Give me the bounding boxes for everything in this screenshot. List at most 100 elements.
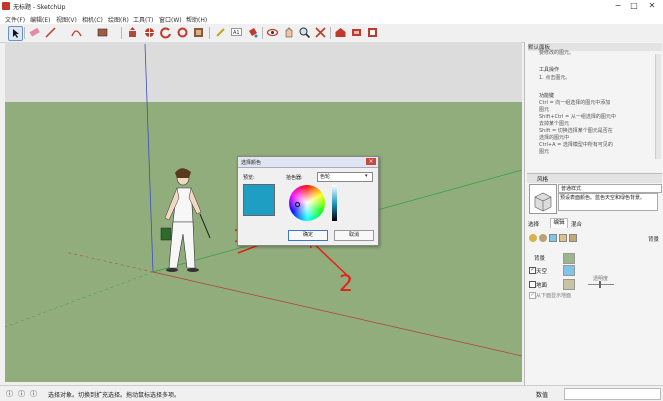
menu-camera[interactable]: 相机(C) xyxy=(82,15,103,24)
move-icon[interactable] xyxy=(143,26,156,39)
tab-edit[interactable]: 编辑 xyxy=(550,218,568,228)
pan-icon[interactable] xyxy=(282,26,295,39)
user-icon[interactable]: ⓘ xyxy=(30,389,37,399)
annotation-label-2: 2 xyxy=(339,272,353,297)
transparency-slider-thumb[interactable] xyxy=(599,281,601,288)
instructor-scrollbar[interactable] xyxy=(655,54,661,159)
sky-checkbox[interactable]: ✓ xyxy=(529,267,536,274)
rotate-icon[interactable] xyxy=(159,26,172,39)
title-bar: 无标题 - SketchUp − □ ✕ xyxy=(0,0,663,14)
status-text: 选择对象。切换到扩充选择。拖动鼠标选择多项。 xyxy=(48,392,181,399)
menu-tools[interactable]: 工具(T) xyxy=(133,15,153,24)
modifier-line: 选择的图元中 xyxy=(539,135,570,141)
watermark-settings-icon[interactable] xyxy=(559,234,567,242)
orbit-icon[interactable] xyxy=(266,26,279,39)
maximize-button[interactable]: □ xyxy=(626,1,642,11)
credits-icon[interactable]: ⓘ xyxy=(18,389,25,399)
menu-view[interactable]: 视图(V) xyxy=(56,15,77,24)
tape-measure-icon[interactable] xyxy=(214,26,227,39)
style-name: 普通样式 xyxy=(561,186,582,192)
brightness-slider[interactable] xyxy=(332,185,337,221)
line-icon[interactable] xyxy=(44,26,57,39)
show-ground-below-label: 从下面显示地面 xyxy=(536,293,572,299)
tab-select[interactable]: 选择 xyxy=(528,220,539,228)
warehouse-icon[interactable] xyxy=(334,26,347,39)
menu-file[interactable]: 文件(F) xyxy=(5,15,25,24)
show-ground-below-checkbox[interactable]: ✓ xyxy=(529,292,536,299)
close-button[interactable]: ✕ xyxy=(644,1,660,11)
menu-window[interactable]: 窗口(W) xyxy=(159,15,182,24)
menu-bar: 文件(F) 编辑(E) 视图(V) 相机(C) 绘图(R) 工具(T) 窗口(W… xyxy=(0,13,663,24)
modifier-line: Shift+Ctrl = 从一组选择的图元中 xyxy=(539,114,616,120)
preview-label: 预览: xyxy=(243,175,255,181)
modeling-settings-icon[interactable] xyxy=(569,234,577,242)
style-name-field[interactable]: 普通样式 xyxy=(558,184,662,193)
minimize-button[interactable]: − xyxy=(610,1,626,11)
menu-help[interactable]: 帮助(H) xyxy=(186,15,207,24)
color-wheel[interactable] xyxy=(289,185,325,221)
measurements-label: 数值 xyxy=(536,392,549,399)
scale-icon[interactable] xyxy=(176,26,189,39)
blue-axis xyxy=(144,43,154,273)
modifier-line: Ctrl+A = 选择模型中所有可见的 xyxy=(539,142,613,148)
ok-button[interactable]: 确定 xyxy=(288,230,328,241)
red-axis xyxy=(152,271,522,357)
picker-mode-value: 色轮 xyxy=(320,174,331,180)
picker-label: 拾色器: xyxy=(286,175,303,181)
dialog-title: 选择颜色 xyxy=(241,160,262,166)
face-settings-icon[interactable] xyxy=(539,234,547,242)
modifier-title: 功能键 xyxy=(539,93,555,99)
sky-color-swatch[interactable] xyxy=(563,265,575,276)
transparency-slider[interactable] xyxy=(588,284,614,285)
instructor-line: 要修改的图元。 xyxy=(539,50,575,56)
ground-label: 地面 xyxy=(536,283,548,289)
style-thumbnail xyxy=(529,184,557,214)
tab-mix[interactable]: 混合 xyxy=(571,220,582,228)
chevron-down-icon: ▾ xyxy=(365,173,368,179)
layout-icon[interactable] xyxy=(366,26,379,39)
extension-icon[interactable] xyxy=(350,26,363,39)
section-label: 背景 xyxy=(648,237,660,243)
arc-icon[interactable] xyxy=(70,26,83,39)
wheel-cursor xyxy=(295,202,300,207)
style-description[interactable]: 预设表面颜色。蓝色天空和绿色背景。 xyxy=(558,193,658,211)
background-settings-icon[interactable] xyxy=(549,234,557,242)
modifier-line: 图元 xyxy=(539,107,550,113)
modifier-line: Ctrl = 向一组选择的图元中添加 xyxy=(539,100,611,106)
menu-edit[interactable]: 编辑(E) xyxy=(30,15,50,24)
text-icon[interactable]: A1 xyxy=(230,26,243,39)
cancel-button[interactable]: 取消 xyxy=(334,230,374,241)
dialog-close-button[interactable]: × xyxy=(366,158,376,165)
sky-label: 天空 xyxy=(536,269,548,275)
measurements-box: 数值 xyxy=(524,385,663,401)
zoom-extents-icon[interactable] xyxy=(314,26,327,39)
color-picker-dialog: 选择颜色 × 预览: 拾色器: 色轮 ▾ 确定 取消 xyxy=(237,156,379,246)
ground-checkbox[interactable] xyxy=(529,281,536,288)
main-toolbar: A1 xyxy=(0,24,663,43)
rectangle-icon[interactable] xyxy=(96,26,109,39)
offset-icon[interactable] xyxy=(192,26,205,39)
ground-color-swatch[interactable] xyxy=(563,279,575,290)
modifier-line: 去掉某个图元 xyxy=(539,121,570,127)
edge-settings-icon[interactable] xyxy=(529,234,537,242)
status-bar: ⓘ ⓘ ⓘ 选择对象。切换到扩充选择。拖动鼠标选择多项。 xyxy=(0,385,524,401)
select-icon[interactable] xyxy=(8,26,23,41)
dialog-title-bar: 选择颜色 × xyxy=(238,157,378,168)
geo-location-icon[interactable]: ⓘ xyxy=(6,389,13,399)
color-preview-swatch xyxy=(243,184,275,216)
eraser-icon[interactable] xyxy=(28,26,41,39)
background-color-swatch[interactable] xyxy=(563,253,575,264)
svg-text:A1: A1 xyxy=(233,30,240,36)
zoom-icon[interactable] xyxy=(298,26,311,39)
menu-draw[interactable]: 绘图(R) xyxy=(108,15,129,24)
measurements-input[interactable] xyxy=(564,388,661,400)
picker-mode-select[interactable]: 色轮 ▾ xyxy=(317,172,373,182)
default-tray: 默认面板 要修改的图元。 工具操作 1. 点击图元。 功能键 Ctrl = 向一… xyxy=(524,42,663,400)
push-pull-icon[interactable] xyxy=(126,26,139,39)
window-title: 无标题 - SketchUp xyxy=(13,4,66,11)
sketchup-logo-icon xyxy=(2,2,10,10)
tool-op-1: 1. 点击图元。 xyxy=(539,75,571,81)
paint-bucket-icon[interactable] xyxy=(246,26,259,39)
styles-panel-header[interactable]: 风格 xyxy=(527,173,662,183)
background-label: 背景 xyxy=(534,256,546,262)
